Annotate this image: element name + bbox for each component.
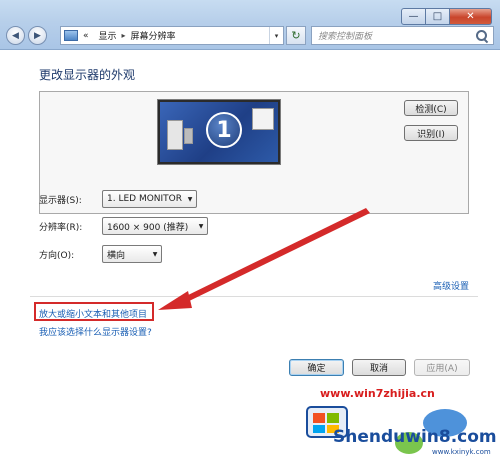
content-area: 更改显示器的外观 1 检测(C) 识别(I) 显示器(S): 1. LED MO…	[0, 51, 500, 462]
search-box[interactable]: 搜索控制面板	[311, 26, 494, 45]
orientation-select[interactable]: 横向 ▼	[102, 245, 162, 263]
ok-button[interactable]: 确定	[289, 359, 344, 376]
minimize-button[interactable]: —	[401, 8, 426, 25]
back-button[interactable]: ◀	[6, 26, 25, 45]
refresh-button[interactable]: ↻	[286, 26, 306, 45]
identify-button[interactable]: 识别(I)	[404, 125, 458, 141]
which-settings-link[interactable]: 我应该选择什么显示器设置?	[39, 325, 152, 338]
forward-arrow-icon: ▶	[34, 30, 41, 41]
close-button[interactable]: ✕	[450, 8, 492, 25]
monitor-number-badge: 1	[206, 112, 242, 148]
watermark-brand: Shenduwin8.com	[333, 427, 497, 447]
chevron-down-icon: ▼	[198, 222, 204, 230]
address-dropdown-icon[interactable]: ▾	[269, 27, 283, 44]
refresh-icon: ↻	[291, 29, 301, 42]
resolution-select[interactable]: 1600 × 900 (推荐) ▼	[102, 217, 208, 235]
watermark-url: www.win7zhijia.cn	[320, 387, 435, 400]
text-size-link[interactable]: 放大或缩小文本和其他项目	[39, 307, 147, 320]
breadcrumb-screen-resolution[interactable]: 屏幕分辨率	[131, 29, 176, 42]
chevron-down-icon: ▼	[152, 250, 158, 258]
resolution-select-value: 1600 × 900 (推荐)	[107, 222, 189, 233]
apply-button[interactable]: 应用(A)	[414, 359, 470, 376]
cancel-button[interactable]: 取消	[352, 359, 406, 376]
window-caption-buttons: — □ ✕	[401, 8, 492, 25]
breadcrumb-separator-icon[interactable]: ▸	[122, 31, 126, 40]
advanced-settings-link[interactable]: 高级设置	[433, 279, 469, 292]
divider	[30, 296, 478, 297]
back-arrow-icon: ◀	[12, 30, 19, 41]
breadcrumb-display[interactable]: 显示	[99, 29, 117, 42]
window-titlebar: — □ ✕ ◀ ▶ « 显示 ▸ 屏幕分辨率 ▾ ↻ 搜索控制面板	[0, 0, 500, 50]
display-label: 显示器(S):	[39, 196, 82, 206]
display-select-value: 1. LED MONITOR	[107, 194, 183, 204]
orientation-label: 方向(O):	[39, 251, 75, 261]
display-select[interactable]: 1. LED MONITOR ▼	[102, 190, 197, 208]
preview-window-icon	[184, 128, 193, 144]
orientation-select-value: 横向	[107, 250, 126, 261]
forward-button[interactable]: ▶	[28, 26, 47, 45]
search-input[interactable]: 搜索控制面板	[318, 29, 475, 42]
chevron-down-icon: ▼	[187, 195, 193, 203]
search-icon[interactable]	[475, 29, 489, 43]
monitor-preview[interactable]: 1	[157, 99, 281, 165]
detect-button[interactable]: 检测(C)	[404, 100, 458, 116]
preview-window-icon	[167, 120, 183, 150]
page-title: 更改显示器的外观	[39, 68, 136, 82]
address-bar[interactable]: « 显示 ▸ 屏幕分辨率 ▾	[60, 26, 284, 45]
address-overflow-chevron[interactable]: «	[83, 31, 89, 41]
watermark-site: www.kxinyk.com	[432, 448, 491, 456]
maximize-button[interactable]: □	[426, 8, 450, 25]
control-panel-icon	[64, 30, 78, 41]
preview-window-icon	[252, 108, 274, 130]
resolution-label: 分辨率(R):	[39, 223, 83, 233]
